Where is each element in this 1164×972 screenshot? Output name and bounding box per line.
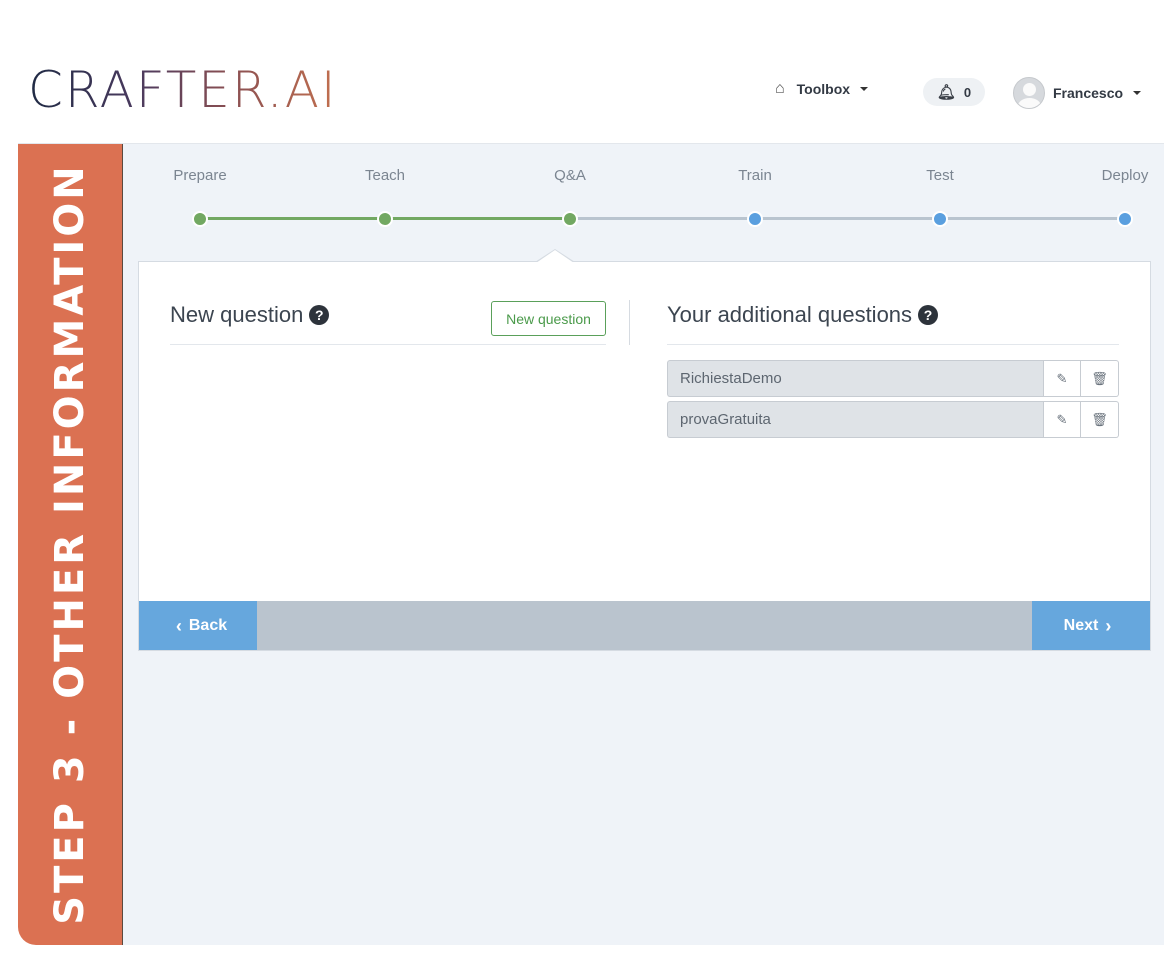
toolbox-dropdown[interactable]: ⌂ Toolbox	[775, 80, 869, 98]
step-dot[interactable]	[1117, 211, 1133, 227]
avatar	[1013, 77, 1045, 109]
step-label[interactable]: Q&A	[554, 167, 586, 184]
list-item: RichiestaDemo ✎ 🗑︎	[667, 360, 1119, 397]
edit-icon[interactable]: ✎	[1043, 401, 1081, 438]
divider	[667, 344, 1119, 345]
step-label[interactable]: Test	[926, 167, 954, 184]
main-content: Prepare Teach Q&A Train Test Deploy New quest…	[123, 144, 1164, 945]
help-icon[interactable]: ?	[918, 305, 939, 325]
back-button[interactable]: ‹ Back	[139, 601, 257, 650]
home-icon: ⌂	[775, 80, 785, 97]
new-question-title: New question	[170, 302, 304, 327]
step-label[interactable]: Prepare	[173, 167, 226, 184]
list-item: provaGratuita ✎ 🗑︎	[667, 401, 1119, 438]
step-dot[interactable]	[192, 211, 208, 227]
step-connector	[940, 217, 1125, 220]
step-dot[interactable]	[562, 211, 578, 227]
step-dot[interactable]	[377, 211, 393, 227]
chevron-left-icon: ‹	[175, 615, 182, 636]
new-question-heading: New question ?	[170, 302, 330, 328]
progress-stepper: Prepare Teach Q&A Train Test Deploy	[123, 144, 1164, 264]
notifications-count: 0	[963, 84, 972, 100]
new-question-button[interactable]: New question	[491, 301, 606, 336]
user-name: Francesco	[1053, 85, 1124, 101]
step-dot[interactable]	[932, 211, 948, 227]
user-menu[interactable]: Francesco	[1013, 77, 1142, 109]
step-connector	[385, 217, 570, 220]
step-connector	[755, 217, 940, 220]
crafter-ai-logo[interactable]: CRAFTER.AI	[28, 62, 338, 118]
chevron-right-icon: ›	[1105, 615, 1112, 636]
top-header: CRAFTER.AI ⌂ Toolbox 🔔︎ 0 Francesco	[18, 40, 1164, 144]
additional-questions-heading: Your additional questions ?	[667, 302, 939, 328]
step-label[interactable]: Teach	[365, 167, 405, 184]
notifications-button[interactable]: 🔔︎ 0	[923, 78, 985, 106]
chevron-down-icon	[860, 87, 869, 91]
step-connector	[200, 217, 385, 220]
help-icon[interactable]: ?	[309, 305, 330, 325]
wizard-footer: ‹ Back Next ›	[139, 601, 1150, 650]
divider	[170, 344, 606, 345]
next-button[interactable]: Next ›	[1032, 601, 1150, 650]
step-sidebar: STEP 3 - OTHER INFORMATION	[18, 144, 123, 945]
trash-icon[interactable]: 🗑︎	[1081, 360, 1119, 397]
step-label[interactable]: Deploy	[1102, 167, 1149, 184]
step-title: STEP 3 - OTHER INFORMATION	[47, 163, 93, 925]
additional-questions-title: Your additional questions	[667, 302, 913, 327]
step-connector	[570, 217, 755, 220]
trash-icon[interactable]: 🗑︎	[1081, 401, 1119, 438]
column-divider	[629, 300, 630, 345]
question-name-field[interactable]: provaGratuita	[667, 401, 1043, 438]
step-dot[interactable]	[747, 211, 763, 227]
toolbox-label: Toolbox	[796, 81, 851, 97]
chevron-down-icon	[1133, 91, 1142, 95]
app-window: CRAFTER.AI ⌂ Toolbox 🔔︎ 0 Francesco STEP…	[18, 40, 1164, 945]
step-label[interactable]: Train	[738, 167, 772, 184]
question-name-field[interactable]: RichiestaDemo	[667, 360, 1043, 397]
qa-panel: New question ? New question Your additio…	[138, 249, 1151, 651]
next-label: Next	[1063, 616, 1099, 634]
bell-icon: 🔔︎	[936, 84, 956, 101]
back-label: Back	[188, 616, 228, 634]
edit-icon[interactable]: ✎	[1043, 360, 1081, 397]
